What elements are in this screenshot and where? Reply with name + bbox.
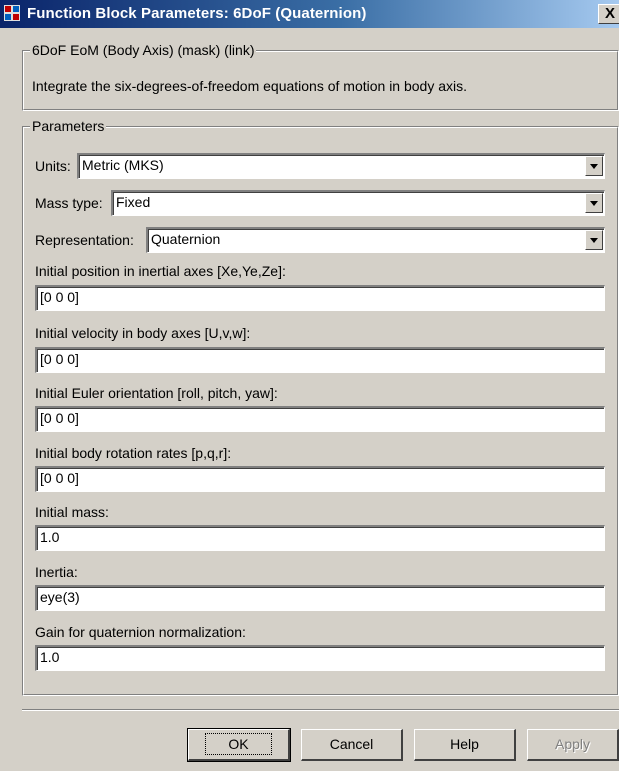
- apply-button[interactable]: Apply: [527, 729, 619, 761]
- inertia-label: Inertia:: [35, 564, 78, 580]
- mass-type-select[interactable]: Fixed: [111, 190, 605, 216]
- quaternion-gain-label: Gain for quaternion normalization:: [35, 624, 246, 640]
- inertia-field[interactable]: eye(3): [35, 585, 605, 611]
- simulink-app-icon: [4, 5, 20, 21]
- units-select[interactable]: Metric (MKS): [77, 153, 605, 179]
- help-button[interactable]: Help: [414, 729, 516, 761]
- initial-position-label: Initial position in inertial axes [Xe,Ye…: [35, 263, 286, 279]
- ok-button[interactable]: OK: [187, 728, 291, 762]
- parameters-title: Parameters: [30, 118, 107, 134]
- initial-velocity-label: Initial velocity in body axes [U,v,w]:: [35, 325, 251, 341]
- mass-type-value: Fixed: [116, 194, 151, 210]
- cancel-button[interactable]: Cancel: [301, 729, 403, 761]
- mass-type-label: Mass type:: [35, 195, 103, 211]
- mask-title: 6DoF EoM (Body Axis) (mask) (link): [30, 42, 257, 58]
- chevron-down-icon[interactable]: [585, 230, 603, 250]
- chevron-down-icon[interactable]: [585, 156, 603, 176]
- window-title: Function Block Parameters: 6DoF (Quatern…: [27, 5, 367, 22]
- units-label: Units:: [35, 158, 71, 174]
- initial-position-field[interactable]: [0 0 0]: [35, 285, 605, 311]
- initial-mass-label: Initial mass:: [35, 504, 109, 520]
- chevron-down-icon[interactable]: [585, 193, 603, 213]
- representation-label: Representation:: [35, 232, 134, 248]
- ok-button-label: OK: [205, 733, 272, 755]
- representation-value: Quaternion: [151, 231, 221, 247]
- initial-body-rotation-rates-label: Initial body rotation rates [p,q,r]:: [35, 445, 232, 461]
- initial-body-rotation-rates-field[interactable]: [0 0 0]: [35, 466, 605, 492]
- quaternion-gain-field[interactable]: 1.0: [35, 645, 605, 671]
- button-separator: [22, 709, 619, 711]
- close-button[interactable]: X: [598, 4, 619, 24]
- units-value: Metric (MKS): [82, 157, 164, 173]
- initial-euler-orientation-label: Initial Euler orientation [roll, pitch, …: [35, 385, 278, 401]
- initial-euler-orientation-field[interactable]: [0 0 0]: [35, 406, 605, 432]
- initial-mass-field[interactable]: 1.0: [35, 525, 605, 551]
- mask-description: Integrate the six-degrees-of-freedom equ…: [32, 78, 468, 94]
- title-bar[interactable]: Function Block Parameters: 6DoF (Quatern…: [0, 0, 619, 28]
- initial-velocity-field[interactable]: [0 0 0]: [35, 347, 605, 373]
- representation-select[interactable]: Quaternion: [146, 227, 605, 253]
